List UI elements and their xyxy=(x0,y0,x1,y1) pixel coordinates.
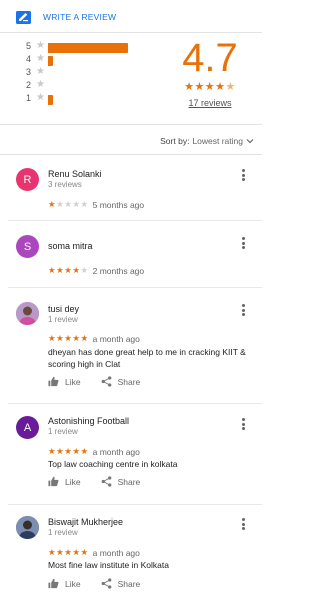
review-stars: ★★★★★ xyxy=(48,199,89,209)
share-icon xyxy=(101,376,111,387)
star-icon: ★ xyxy=(36,40,45,51)
reviewer-name[interactable]: soma mitra xyxy=(48,241,93,251)
write-review-button[interactable]: WRITE A REVIEW xyxy=(16,8,116,26)
share-icon xyxy=(101,476,111,487)
star-icon: ★ xyxy=(36,92,45,103)
thumbs-up-icon xyxy=(48,476,59,487)
histogram-label: 5 xyxy=(26,41,32,51)
star-icon: ★ xyxy=(36,53,45,64)
histogram-row-1[interactable]: 1 ★ xyxy=(26,92,136,105)
sort-dropdown[interactable]: Sort by: Lowest rating xyxy=(160,136,254,146)
review-actions: Like Share xyxy=(48,476,140,487)
review-time: 5 months ago xyxy=(92,199,145,210)
avatar[interactable]: A xyxy=(16,416,39,439)
share-button[interactable]: Share xyxy=(101,376,141,387)
average-stars: ★★★★★ xyxy=(184,81,236,93)
avatar-photo[interactable] xyxy=(16,516,39,539)
review-divider xyxy=(8,220,262,221)
like-label: Like xyxy=(65,376,81,387)
more-options-icon[interactable] xyxy=(242,237,246,249)
histogram-label: 1 xyxy=(26,93,32,103)
summary-divider xyxy=(0,124,262,125)
share-icon xyxy=(101,578,111,589)
more-options-icon[interactable] xyxy=(242,518,246,530)
review-divider xyxy=(8,504,262,505)
sort-divider xyxy=(0,154,262,155)
histogram-row-4[interactable]: 4 ★ xyxy=(26,53,136,66)
review-divider xyxy=(8,403,262,404)
like-label: Like xyxy=(65,578,81,589)
average-score: 4.7 xyxy=(182,36,238,80)
avatar-photo[interactable] xyxy=(16,302,39,325)
thumbs-up-icon xyxy=(48,376,59,387)
like-button[interactable]: Like xyxy=(48,476,81,487)
histogram-label: 3 xyxy=(26,67,32,77)
write-review-icon xyxy=(16,10,31,24)
thumbs-up-icon xyxy=(48,578,59,589)
sort-label: Sort by: xyxy=(160,136,190,146)
like-button[interactable]: Like xyxy=(48,376,81,387)
share-button[interactable]: Share xyxy=(101,578,141,589)
review-actions: Like Share xyxy=(48,578,140,589)
reviewer-meta: 1 review xyxy=(48,315,78,324)
review-count-link[interactable]: 17 reviews xyxy=(174,98,246,108)
histogram-label: 4 xyxy=(26,54,32,64)
review-time: a month ago xyxy=(92,333,140,344)
star-icon: ★ xyxy=(36,66,45,77)
review-time: a month ago xyxy=(92,446,140,457)
review-stars: ★★★★★ xyxy=(48,333,89,343)
share-label: Share xyxy=(117,476,141,487)
like-label: Like xyxy=(65,476,81,487)
review-time: a month ago xyxy=(92,547,140,558)
chevron-down-icon xyxy=(246,139,254,144)
review-rating: ★★★★★ a month ago xyxy=(48,547,140,558)
reviewer-meta: 1 review xyxy=(48,427,78,436)
review-stars: ★★★★★ xyxy=(48,547,89,557)
rating-summary: 4.7 ★★★★★ 17 reviews xyxy=(174,38,246,108)
histogram-row-5[interactable]: 5 ★ xyxy=(26,40,136,53)
reviewer-name[interactable]: Renu Solanki xyxy=(48,169,102,179)
reviewer-meta: 1 review xyxy=(48,528,78,537)
reviewer-name[interactable]: Astonishing Football xyxy=(48,416,129,426)
histogram-bar xyxy=(48,56,53,66)
star-icon: ★ xyxy=(36,79,45,90)
reviewer-meta: 3 reviews xyxy=(48,180,82,189)
header-divider xyxy=(0,32,262,33)
review-rating: ★★★★★ a month ago xyxy=(48,333,140,344)
more-options-icon[interactable] xyxy=(242,418,246,430)
sort-value: Lowest rating xyxy=(192,136,243,146)
share-label: Share xyxy=(117,376,141,387)
write-review-label: WRITE A REVIEW xyxy=(43,12,117,22)
histogram-row-2[interactable]: 2 ★ xyxy=(26,79,136,92)
histogram-bar xyxy=(48,43,128,53)
histogram-label: 2 xyxy=(26,80,32,90)
avatar-photo-image xyxy=(16,302,39,325)
review-rating: ★★★★★ 5 months ago xyxy=(48,199,144,210)
review-stars: ★★★★★ xyxy=(48,446,89,456)
reviewer-name[interactable]: tusi dey xyxy=(48,304,79,314)
review-rating: ★★★★★ a month ago xyxy=(48,446,140,457)
review-actions: Like Share xyxy=(48,376,140,387)
like-button[interactable]: Like xyxy=(48,578,81,589)
review-text: Most fine law institute in Kolkata xyxy=(48,560,169,570)
more-options-icon[interactable] xyxy=(242,304,246,316)
avatar[interactable]: S xyxy=(16,235,39,258)
avatar-photo-image xyxy=(16,516,39,539)
review-divider xyxy=(8,287,262,288)
avatar[interactable]: R xyxy=(16,168,39,191)
review-time: 2 months ago xyxy=(92,265,145,276)
share-button[interactable]: Share xyxy=(101,476,141,487)
more-options-icon[interactable] xyxy=(242,169,246,181)
review-text: dheyan has done great help to me in crac… xyxy=(48,347,246,369)
review-stars: ★★★★★ xyxy=(48,265,89,275)
histogram-bar xyxy=(48,95,53,105)
reviewer-name[interactable]: Biswajit Mukherjee xyxy=(48,517,123,527)
histogram-row-3[interactable]: 3 ★ xyxy=(26,66,136,79)
review-text: Top law coaching centre in kolkata xyxy=(48,459,178,469)
share-label: Share xyxy=(117,578,141,589)
review-rating: ★★★★★ 2 months ago xyxy=(48,265,144,276)
rating-histogram: 5 ★ 4 ★ 3 ★ 2 ★ 1 ★ xyxy=(26,40,136,105)
